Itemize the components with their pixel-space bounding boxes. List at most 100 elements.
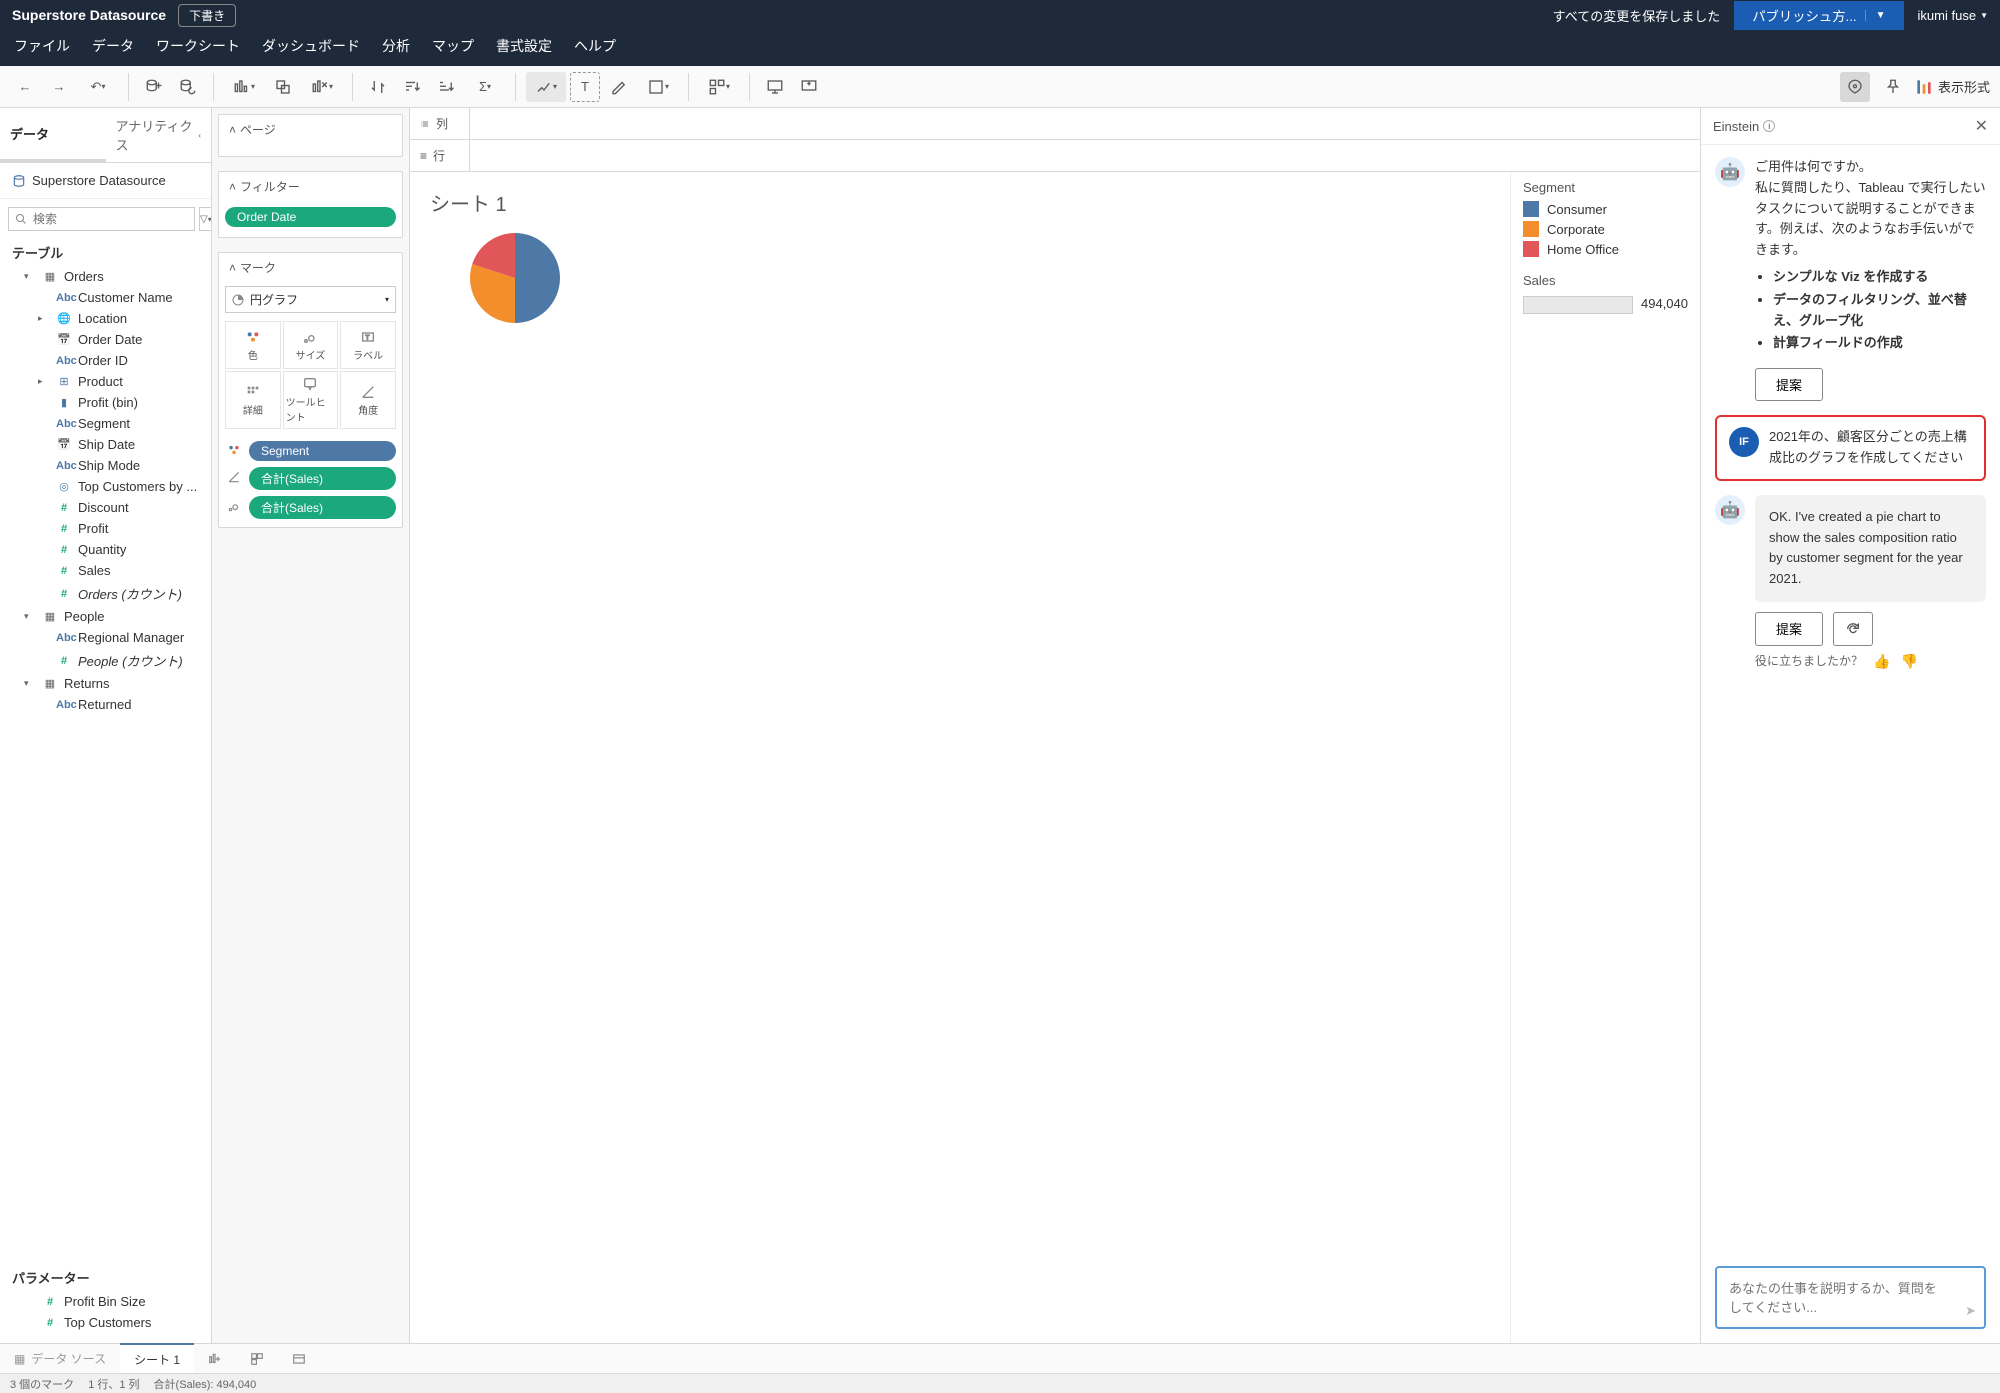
duplicate-icon[interactable] [268, 72, 298, 102]
menu-map[interactable]: マップ [432, 36, 474, 56]
thumbs-up-icon[interactable]: 👍 [1873, 650, 1890, 672]
parameter-row[interactable]: Profit Bin Size [4, 1291, 207, 1312]
field-row[interactable]: ▸Location [4, 308, 207, 329]
field-row[interactable]: Ship Date [4, 434, 207, 455]
back-button[interactable]: ← [10, 72, 40, 102]
format-icon[interactable] [604, 72, 634, 102]
data-guide-icon[interactable] [1840, 72, 1870, 102]
publish-button[interactable]: パブリッシュ方... ▼ [1734, 1, 1903, 30]
new-dashboard-icon[interactable] [236, 1346, 278, 1372]
mark-angle-button[interactable]: 角度 [340, 371, 396, 429]
mark-assign-icon[interactable] [225, 499, 243, 516]
legend-item[interactable]: Consumer [1523, 199, 1688, 219]
suggest-button[interactable]: 提案 [1755, 368, 1823, 401]
new-worksheet-icon[interactable]: ▾ [224, 72, 264, 102]
columns-shelf[interactable] [470, 108, 1700, 139]
field-row[interactable]: ▸Product [4, 371, 207, 392]
menu-analysis[interactable]: 分析 [382, 36, 410, 56]
mark-assign-icon[interactable] [225, 470, 243, 487]
mark-pill[interactable]: 合計(Sales) [249, 467, 396, 490]
search-input[interactable] [8, 207, 195, 231]
fit-icon[interactable]: ▾ [638, 72, 678, 102]
mark-pill[interactable]: Segment [249, 441, 396, 461]
field-row[interactable]: AbcRegional Manager [4, 627, 207, 648]
legend-item[interactable]: Home Office [1523, 239, 1688, 259]
field-row[interactable]: Profit (bin) [4, 392, 207, 413]
mark-pill[interactable]: 合計(Sales) [249, 496, 396, 519]
field-row[interactable]: AbcShip Mode [4, 455, 207, 476]
suggest-button[interactable]: 提案 [1755, 612, 1823, 646]
pages-shelf-header[interactable]: ˄ ページ [219, 115, 402, 144]
field-row[interactable]: Discount [4, 497, 207, 518]
tab-data[interactable]: データ [0, 108, 106, 162]
presentation-icon[interactable] [760, 72, 790, 102]
field-row[interactable]: Top Customers by ... [4, 476, 207, 497]
user-menu[interactable]: ikumi fuse ▼ [1918, 8, 1988, 23]
send-icon[interactable]: ➤ [1965, 1303, 1976, 1319]
sheet-title[interactable]: シート 1 [430, 188, 1490, 217]
field-row[interactable]: Quantity [4, 539, 207, 560]
mark-detail-button[interactable]: 詳細 [225, 371, 281, 429]
field-row[interactable]: People (カウント) [4, 648, 207, 673]
menu-help[interactable]: ヘルプ [574, 36, 616, 56]
cards-icon[interactable]: ▾ [699, 72, 739, 102]
field-row[interactable]: AbcReturned [4, 694, 207, 715]
tab-analytics[interactable]: アナリティクス ‹ [106, 108, 212, 162]
refresh-datasource-icon[interactable] [173, 72, 203, 102]
marks-shelf-header[interactable]: ˄ マーク [219, 253, 402, 282]
table-row[interactable]: ▾Orders [4, 266, 207, 287]
mark-assign-icon[interactable] [225, 443, 243, 460]
field-row[interactable]: AbcOrder ID [4, 350, 207, 371]
parameter-row[interactable]: Top Customers [4, 1312, 207, 1333]
share-icon[interactable] [794, 72, 824, 102]
field-row[interactable]: AbcCustomer Name [4, 287, 207, 308]
datasource-item[interactable]: Superstore Datasource [0, 163, 211, 199]
filter-pill-order-date[interactable]: Order Date [225, 207, 396, 227]
pie-chart[interactable] [470, 233, 560, 323]
field-row[interactable]: AbcSegment [4, 413, 207, 434]
swap-icon[interactable] [363, 72, 393, 102]
show-me-button[interactable]: 表示形式 [1916, 77, 1990, 96]
new-datasource-icon[interactable] [139, 72, 169, 102]
filter-icon[interactable]: ▽▾ [199, 207, 212, 231]
menu-file[interactable]: ファイル [14, 36, 70, 56]
highlight-icon[interactable]: ▾ [526, 72, 566, 102]
thumbs-down-icon[interactable]: 👎 [1900, 650, 1917, 672]
close-icon[interactable]: ✕ [1975, 116, 1988, 136]
menu-data[interactable]: データ [92, 36, 134, 56]
field-row[interactable]: Orders (カウント) [4, 581, 207, 606]
mark-color-button[interactable]: 色 [225, 321, 281, 369]
field-row[interactable]: Order Date [4, 329, 207, 350]
clear-icon[interactable]: ▾ [302, 72, 342, 102]
pie-slice[interactable] [515, 233, 560, 323]
mark-size-button[interactable]: サイズ [283, 321, 339, 369]
table-row[interactable]: ▾Returns [4, 673, 207, 694]
draft-button[interactable]: 下書き [178, 4, 236, 27]
totals-icon[interactable]: Σ▾ [465, 72, 505, 102]
menu-dashboard[interactable]: ダッシュボード [262, 36, 360, 56]
mark-tooltip-button[interactable]: ツールヒント [283, 371, 339, 429]
sort-desc-icon[interactable] [431, 72, 461, 102]
menu-worksheet[interactable]: ワークシート [156, 36, 240, 56]
filters-shelf-header[interactable]: ˄ フィルター [219, 172, 402, 201]
field-row[interactable]: Sales [4, 560, 207, 581]
tab-sheet-1[interactable]: シート 1 [120, 1343, 194, 1374]
refresh-button[interactable] [1833, 612, 1873, 646]
labels-icon[interactable]: T [570, 72, 600, 102]
new-story-icon[interactable] [278, 1346, 320, 1372]
einstein-input[interactable] [1729, 1278, 1944, 1314]
tab-datasource[interactable]: ▦ データ ソース [0, 1344, 120, 1373]
rows-shelf[interactable] [470, 140, 1700, 171]
sort-asc-icon[interactable] [397, 72, 427, 102]
info-icon[interactable]: i [1763, 120, 1775, 132]
new-worksheet-icon[interactable] [194, 1346, 236, 1372]
undo-dropdown[interactable]: ↶ ▾ [78, 72, 118, 102]
table-row[interactable]: ▾People [4, 606, 207, 627]
pin-icon[interactable] [1878, 72, 1908, 102]
menu-format[interactable]: 書式設定 [496, 36, 552, 56]
mark-type-select[interactable]: 円グラフ ▾ [225, 286, 396, 313]
field-row[interactable]: Profit [4, 518, 207, 539]
forward-button[interactable]: → [44, 72, 74, 102]
mark-label-button[interactable]: Tラベル [340, 321, 396, 369]
legend-item[interactable]: Corporate [1523, 219, 1688, 239]
